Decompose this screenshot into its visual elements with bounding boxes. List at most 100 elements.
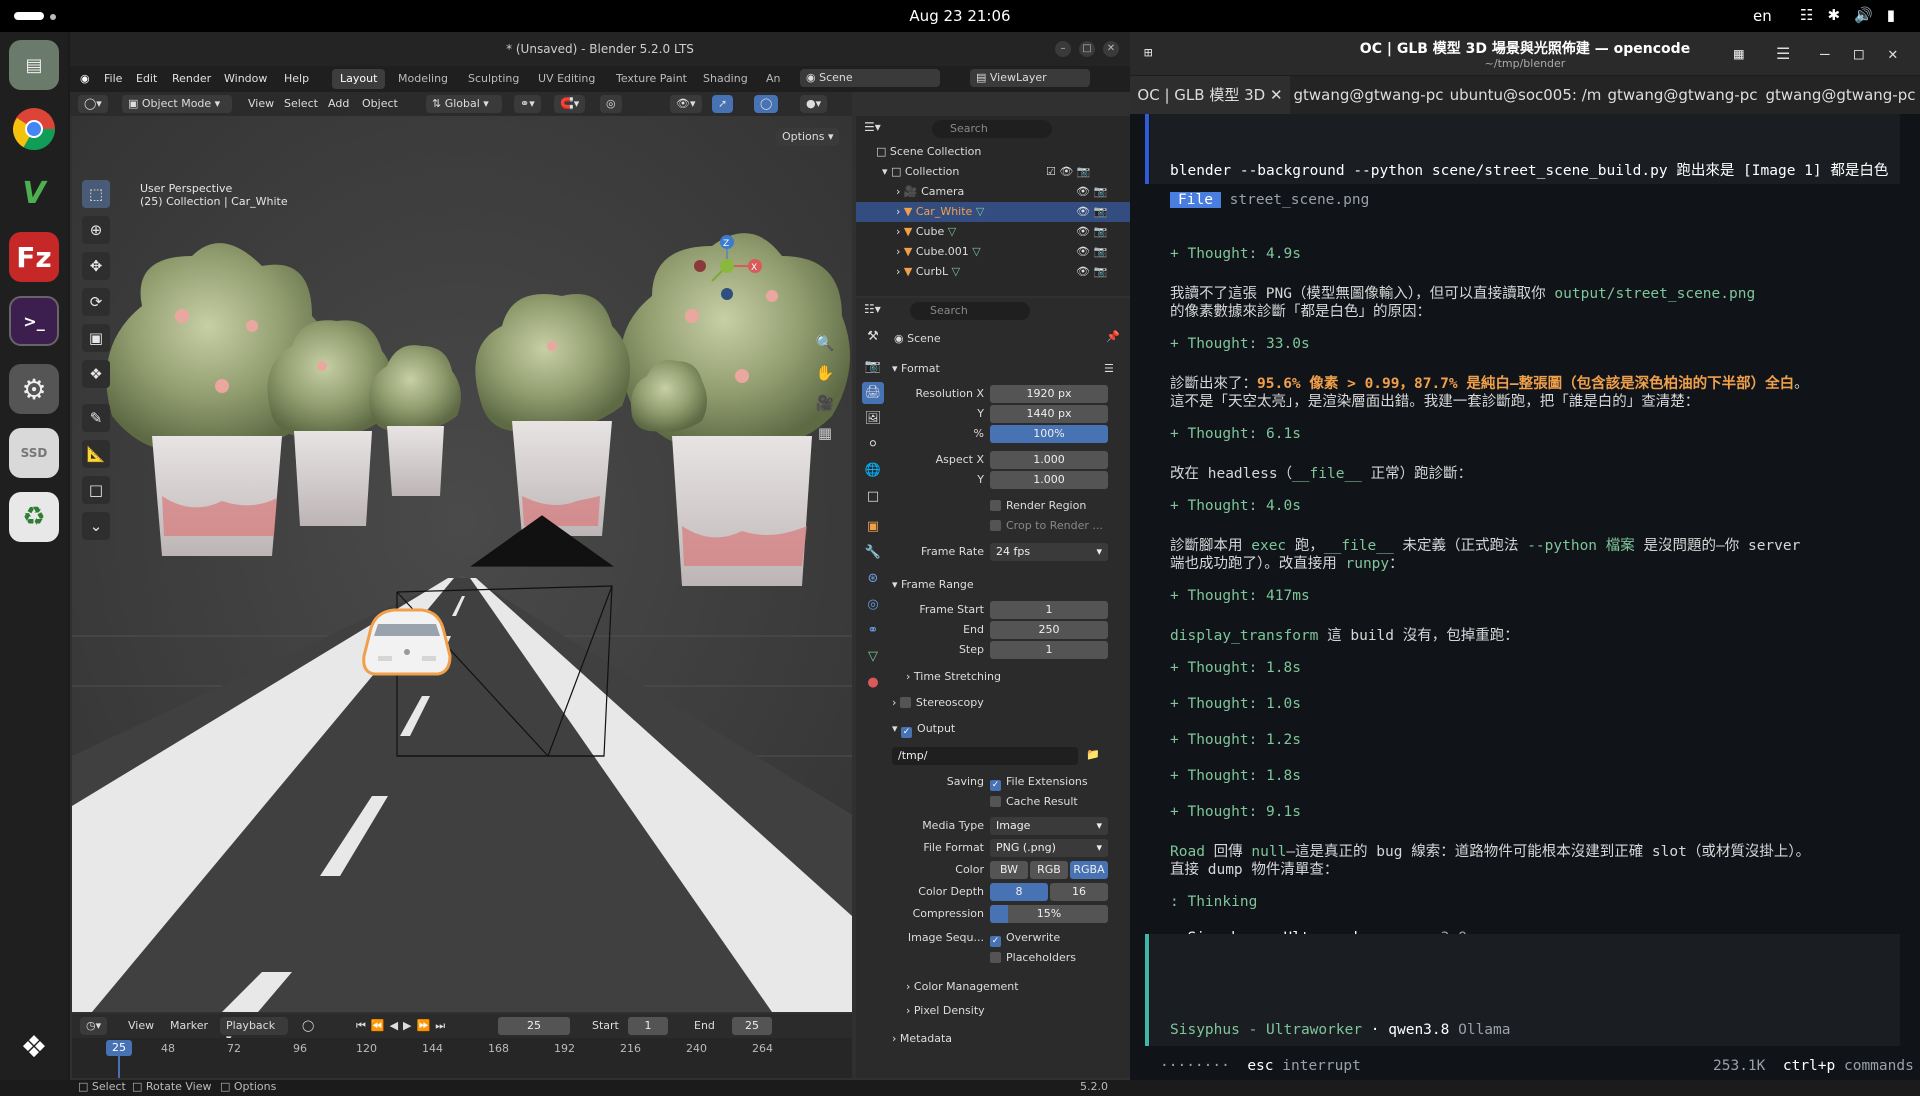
thought-line[interactable]: + Thought: 1.2s	[1170, 732, 1301, 748]
physics-tab-icon[interactable]: ◎	[862, 594, 884, 616]
pivot-icon[interactable]: ⚭▾	[514, 95, 541, 113]
media-type-dropdown[interactable]: Image ▾	[990, 817, 1108, 835]
viewport-menu-add[interactable]: Add	[328, 97, 349, 110]
trash-icon[interactable]: ♻	[9, 492, 59, 542]
output-tab-icon[interactable]: 🖨	[862, 382, 884, 404]
vim-icon[interactable]: V	[9, 168, 59, 218]
time-stretching-subpanel[interactable]: › Time Stretching	[906, 666, 1136, 688]
file-format-dropdown[interactable]: PNG (.png) ▾	[990, 839, 1108, 857]
input-language[interactable]: en	[1753, 7, 1772, 25]
render-region-checkbox[interactable]	[990, 500, 1001, 511]
output-section-header[interactable]: ▾ ✓ Output	[892, 718, 1122, 740]
particles-tab-icon[interactable]: ⊛	[862, 568, 884, 590]
thought-line[interactable]: + Thought: 9.1s	[1170, 804, 1301, 820]
viewport-menu-select[interactable]: Select	[284, 97, 318, 110]
minimize-icon[interactable]: –	[1820, 44, 1830, 63]
timeline-menu-view[interactable]: View	[128, 1019, 154, 1032]
properties-search-input[interactable]: Search	[910, 302, 1030, 320]
annotate-tool-icon[interactable]: ✎	[82, 404, 110, 432]
workspace-tab-animation[interactable]: An	[758, 69, 789, 89]
visibility-icon[interactable]: 👁▾	[670, 95, 702, 113]
frame-end-field[interactable]: 250	[990, 621, 1108, 639]
cache-result-checkbox[interactable]	[990, 796, 1001, 807]
gizmo-toggle-icon[interactable]: ➚	[712, 95, 734, 113]
folder-icon[interactable]: 📁	[1086, 748, 1100, 761]
volume-icon[interactable]: 🔊	[1854, 6, 1873, 24]
placeholders-checkbox[interactable]	[990, 952, 1001, 963]
placeholders-row[interactable]: Placeholders	[892, 948, 1122, 968]
terminal-tab-active[interactable]: OC | GLB 模型 3D ✕	[1130, 76, 1290, 114]
format-section-header[interactable]: ▾ Format ☰	[892, 358, 1122, 380]
menu-render[interactable]: Render	[172, 72, 211, 85]
car-white-object[interactable]	[362, 608, 452, 676]
resolution-x-field[interactable]: 1920 px	[990, 385, 1108, 403]
outliner-item-cube[interactable]: › ▼ Cube ▽ 👁 📷	[856, 222, 1130, 242]
clock[interactable]: Aug 23 21:06	[0, 7, 1920, 25]
workspace-tab-sculpting[interactable]: Sculpting	[460, 69, 527, 89]
maximize-icon[interactable]: □	[1079, 41, 1095, 57]
render-region-row[interactable]: Render Region	[892, 496, 1122, 516]
collection-tab-icon[interactable]: □	[862, 486, 884, 508]
viewport-menu-object[interactable]: Object	[362, 97, 398, 110]
thought-line[interactable]: + Thought: 4.0s	[1170, 498, 1301, 514]
outliner-item-car-white[interactable]: › ▼ Car_White ▽ 👁 📷	[856, 202, 1130, 222]
select-box-tool-icon[interactable]: ⬚	[82, 180, 110, 208]
pixel-density-subpanel[interactable]: › Pixel Density	[906, 1000, 1136, 1022]
tool-tab-icon[interactable]: ⚒	[862, 326, 884, 348]
overlay-toggle-icon[interactable]: ◯	[754, 95, 779, 113]
color-rgba-button[interactable]: RGBA	[1070, 861, 1108, 879]
menu-window[interactable]: Window	[224, 72, 267, 85]
add-cube-tool-icon[interactable]: □	[82, 476, 110, 504]
thought-line[interactable]: + Thought: 1.0s	[1170, 696, 1301, 712]
cache-result-row[interactable]: Cache Result	[892, 792, 1122, 812]
timeline-menu-marker[interactable]: Marker	[170, 1019, 208, 1032]
timeline-end-field[interactable]: 25	[732, 1017, 772, 1035]
prompt-agent-line[interactable]: Sisyphus - Ultraworker · qwen3.8 Ollama	[1170, 1022, 1511, 1038]
view-layer-tab-icon[interactable]: 🖼	[862, 408, 884, 430]
settings-icon[interactable]: ⚙	[9, 364, 59, 414]
object-tab-icon[interactable]: ▣	[862, 516, 884, 538]
shading-mode-icon[interactable]: ●▾	[800, 95, 828, 113]
rotate-tool-icon[interactable]: ⟳	[82, 288, 110, 316]
timeline-body[interactable]: 25 48 72 96 120 144 168 192 216 240 264	[72, 1038, 852, 1078]
object-mode-dropdown[interactable]: ▣ Object Mode ▾	[122, 95, 232, 113]
ortho-grid-icon[interactable]: ▦	[814, 418, 836, 448]
compression-slider[interactable]: 15%	[990, 905, 1108, 923]
file-extensions-checkbox[interactable]: ✓	[990, 780, 1001, 791]
system-tray[interactable]: ☷ ✱ 🔊 ▮	[1800, 6, 1895, 24]
constraints-tab-icon[interactable]: ⚭	[862, 620, 884, 642]
bluetooth-icon[interactable]: ✱	[1827, 6, 1840, 24]
move-tool-icon[interactable]: ✥	[82, 252, 110, 280]
playhead[interactable]: 25	[106, 1040, 132, 1056]
world-tab-icon[interactable]: 🌐	[862, 460, 884, 482]
outliner-item-cube-001[interactable]: › ▼ Cube.001 ▽ 👁 📷	[856, 242, 1130, 262]
viewport-scene[interactable]: Z X	[72, 116, 852, 1012]
terminal-tab[interactable]: ubuntu@soc005: /m	[1447, 76, 1604, 114]
material-tab-icon[interactable]: ●	[862, 672, 884, 694]
workspace-tab-uv-editing[interactable]: UV Editing	[530, 69, 603, 89]
outliner-item-camera[interactable]: › 🎥 Camera 👁 📷	[856, 182, 1130, 202]
aspect-x-field[interactable]: 1.000	[990, 451, 1108, 469]
terminal-tab[interactable]: gtwang@gtwang-pc	[1761, 76, 1920, 114]
network-icon[interactable]: ☷	[1800, 6, 1813, 24]
color-rgb-button[interactable]: RGB	[1030, 861, 1068, 879]
workspace-tab-texture-paint[interactable]: Texture Paint	[608, 69, 695, 89]
hamburger-menu-icon[interactable]: ☰	[1776, 44, 1790, 63]
thought-line[interactable]: + Thought: 33.0s	[1170, 336, 1310, 352]
playback-controls[interactable]: ⏮⏪◀▶⏩⏭	[356, 1019, 450, 1033]
terminal-icon[interactable]: >_	[9, 296, 59, 346]
3d-viewport[interactable]: Z X ⬚ ⊕ ✥ ⟳ ▣ ❖ ✎ 📐 □ ⌄ User Perspective…	[72, 116, 852, 1012]
presets-icon[interactable]: ☰	[1104, 362, 1114, 375]
workspace-tab-layout[interactable]: Layout	[332, 69, 386, 89]
stereoscopy-section-header[interactable]: › Stereoscopy	[892, 692, 1122, 714]
current-frame-field[interactable]: 25	[498, 1017, 570, 1035]
attached-filename[interactable]: street_scene.png	[1230, 192, 1370, 208]
workspace-tab-modeling[interactable]: Modeling	[390, 69, 456, 89]
frame-rate-dropdown[interactable]: 24 fps ▾	[990, 543, 1108, 561]
properties-editor-icon[interactable]: ☷▾	[864, 302, 881, 316]
transform-tool-icon[interactable]: ❖	[82, 360, 110, 388]
outliner-collection[interactable]: ▾ □ Collection ☑ 👁 📷	[856, 162, 1130, 182]
view-layer-selector[interactable]: ▤ ViewLayer	[970, 69, 1090, 87]
render-tab-icon[interactable]: 📷	[862, 356, 884, 378]
aspect-y-field[interactable]: 1.000	[990, 471, 1108, 489]
